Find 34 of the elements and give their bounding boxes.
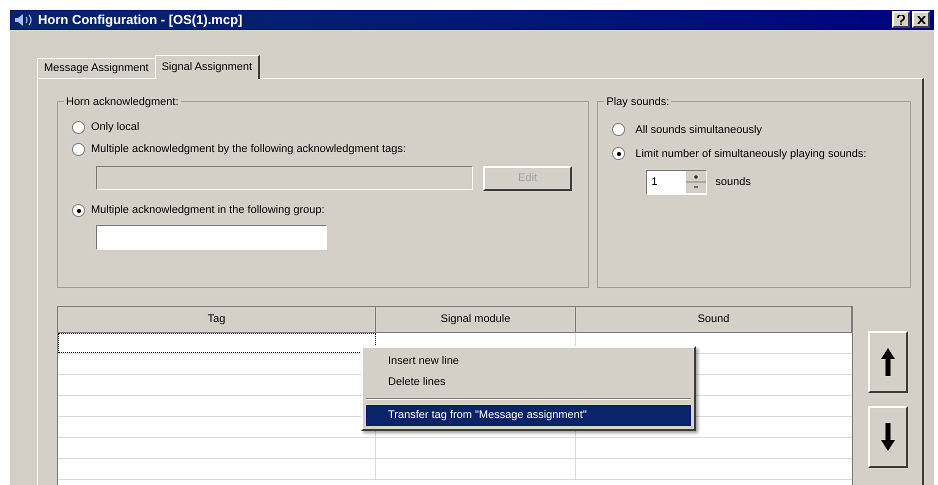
up-arrow-icon [881,348,895,376]
spin-arrows-icon [686,171,706,193]
radio-button[interactable] [612,123,626,136]
move-up-button[interactable] [868,330,908,392]
radio-button[interactable] [72,121,85,134]
radio-label: All sounds simultaneously [635,122,763,138]
tab[interactable]: Message Assignment [37,58,155,78]
help-button[interactable] [892,11,910,28]
radio-button[interactable] [72,204,85,217]
count-value: 1 [650,174,658,190]
window-title: Horn Configuration - [OS(1).mcp] [38,11,242,29]
group-field[interactable] [96,224,327,250]
radio-button[interactable] [612,147,626,160]
close-icon [916,16,926,24]
menu-item[interactable]: Insert new line [366,350,691,372]
radio-label: Only local [91,120,140,136]
down-arrow-icon [881,422,895,450]
unit-label: sounds [715,174,751,190]
radio-label: Multiple acknowledgment in the following group: [91,203,325,218]
menu-item[interactable]: Transfer tag from "Message assignment" [366,404,691,426]
count-spinbox[interactable]: 1 [646,170,708,194]
close-button[interactable] [912,11,930,28]
column-header[interactable]: Tag [58,306,376,332]
radio-label: Multiple acknowledgment by the following acknowledgment tags: [91,142,406,158]
radio-button[interactable] [72,143,85,156]
radio-label: Limit number of simultaneously playing sounds: [635,146,868,162]
tags-field[interactable] [96,166,473,190]
speaker-icon [14,12,34,27]
tab[interactable]: Signal Assignment [154,54,260,78]
help-icon [897,14,905,25]
menu-item[interactable]: Delete lines [366,372,691,392]
column-header[interactable]: Sound [576,306,852,332]
move-down-button[interactable] [868,406,908,468]
column-header[interactable]: Signal module [376,306,576,332]
